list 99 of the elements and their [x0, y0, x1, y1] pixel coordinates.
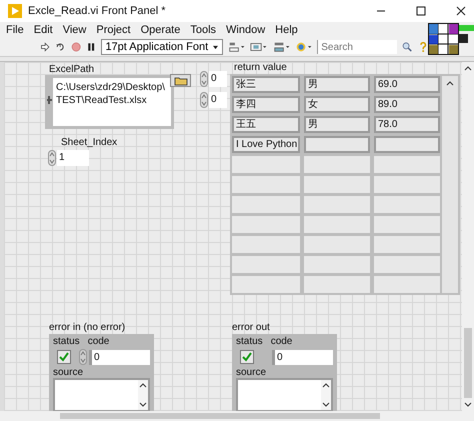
menu-item[interactable]: Edit	[34, 24, 53, 36]
table-cell	[374, 136, 440, 153]
window-title: Excle_Read.vi Front Panel *	[28, 5, 166, 17]
scroll-down-icon[interactable]	[322, 402, 330, 408]
scrollbar[interactable]	[442, 76, 458, 293]
scroll-thumb[interactable]	[60, 413, 380, 419]
check-icon	[59, 352, 69, 362]
abort-icon[interactable]	[70, 41, 82, 53]
table-cell	[304, 196, 370, 213]
table-cell	[374, 176, 440, 193]
table-cell	[374, 216, 440, 233]
cluster-label: error out	[232, 322, 270, 333]
reorder-icon[interactable]	[294, 40, 312, 54]
scroll-up-icon[interactable]	[464, 65, 472, 71]
increment-decrement-icon[interactable]	[200, 71, 208, 87]
table-cell	[304, 276, 370, 293]
status-checkbox[interactable]	[240, 350, 254, 364]
array-index-field[interactable]: 0	[209, 92, 227, 108]
control-label: Sheet_Index	[61, 137, 118, 148]
font-dropdown[interactable]: 17pt Application Font	[101, 39, 224, 55]
browse-button[interactable]	[170, 74, 191, 87]
menu-item[interactable]: Window	[226, 24, 266, 36]
caret-icon	[212, 44, 220, 50]
table-cell	[374, 236, 440, 253]
cluster-label: error in (no error)	[49, 322, 126, 333]
table-cell: 男	[304, 116, 370, 133]
field-label: status	[53, 336, 80, 347]
table-cell	[304, 176, 370, 193]
path-field[interactable]: C:\Users\zdr29\Desktop\ TEST\ReadTest.xlsx	[45, 75, 174, 129]
field-label: source	[53, 367, 84, 378]
table-cell: 69.0	[374, 76, 440, 93]
table-cell	[374, 156, 440, 173]
scroll-down-icon[interactable]	[139, 402, 147, 408]
scroll-up-icon[interactable]	[446, 80, 454, 86]
menu-item[interactable]: File	[6, 24, 24, 36]
code-field: 0	[272, 350, 333, 364]
field-label: code	[88, 336, 110, 347]
close-icon[interactable]	[456, 6, 466, 16]
table-cell	[232, 256, 300, 273]
table-cell	[304, 156, 370, 173]
app-icon	[8, 4, 22, 18]
table-cell: 男	[304, 76, 370, 93]
scrollbar[interactable]	[138, 380, 148, 410]
table-cell	[232, 156, 300, 173]
array-index-field[interactable]: 0	[209, 71, 227, 87]
field-label: source	[236, 367, 268, 378]
table-cell: 王五	[232, 116, 300, 133]
table-cell	[374, 196, 440, 213]
search-icon[interactable]	[402, 41, 413, 53]
scroll-up-icon[interactable]	[139, 382, 147, 388]
distribute-icon[interactable]	[250, 40, 268, 54]
menu-item[interactable]: Help	[275, 24, 298, 36]
source-field[interactable]	[236, 378, 333, 411]
menu-item[interactable]: View	[62, 24, 86, 36]
table-cell	[232, 176, 300, 193]
run-continuously-icon[interactable]	[55, 41, 66, 53]
table-cell: 张三	[232, 76, 300, 93]
table-cell: I Love Python	[232, 136, 300, 153]
check-icon	[242, 352, 252, 362]
field-label: status	[236, 336, 263, 347]
source-field[interactable]	[53, 378, 150, 411]
resize-icon[interactable]	[272, 40, 290, 54]
increment-decrement-icon[interactable]	[79, 349, 87, 365]
table-cell	[232, 236, 300, 253]
table-cell	[304, 256, 370, 273]
scroll-down-icon[interactable]	[464, 402, 472, 408]
table-cell: 78.0	[374, 116, 440, 133]
status-checkbox[interactable]	[57, 350, 71, 364]
table-cell	[232, 216, 300, 233]
table-cell: 89.0	[374, 96, 440, 113]
table-cell	[374, 276, 440, 293]
scroll-up-icon[interactable]	[322, 382, 330, 388]
connector-pane-icon[interactable]	[428, 23, 474, 55]
table-cell: 李四	[232, 96, 300, 113]
table-cell	[374, 256, 440, 273]
maximize-icon[interactable]	[416, 6, 426, 16]
scrollbar[interactable]	[321, 380, 331, 410]
increment-decrement-icon[interactable]	[48, 150, 56, 166]
control-label: ExcelPath	[49, 64, 94, 75]
menu-item[interactable]: Operate	[140, 24, 180, 36]
table-cell	[304, 136, 370, 153]
field-label: code	[270, 336, 292, 347]
menu-item[interactable]: Project	[96, 24, 131, 36]
table-cell	[304, 236, 370, 253]
folder-icon	[174, 76, 188, 86]
align-icon[interactable]	[228, 40, 246, 54]
table-cell	[304, 216, 370, 233]
table-cell	[232, 276, 300, 293]
scroll-thumb[interactable]	[464, 328, 472, 398]
search-field[interactable]: Search	[317, 40, 398, 54]
numeric-field[interactable]: 1	[57, 150, 89, 166]
code-field[interactable]: 0	[89, 350, 150, 364]
control-label: return value	[234, 62, 287, 73]
pause-icon[interactable]	[86, 41, 96, 53]
run-arrow-icon[interactable]	[40, 41, 50, 53]
table-cell: 女	[304, 96, 370, 113]
menu-item[interactable]: Tools	[190, 24, 216, 36]
table-cell	[232, 196, 300, 213]
increment-decrement-icon[interactable]	[200, 92, 208, 108]
